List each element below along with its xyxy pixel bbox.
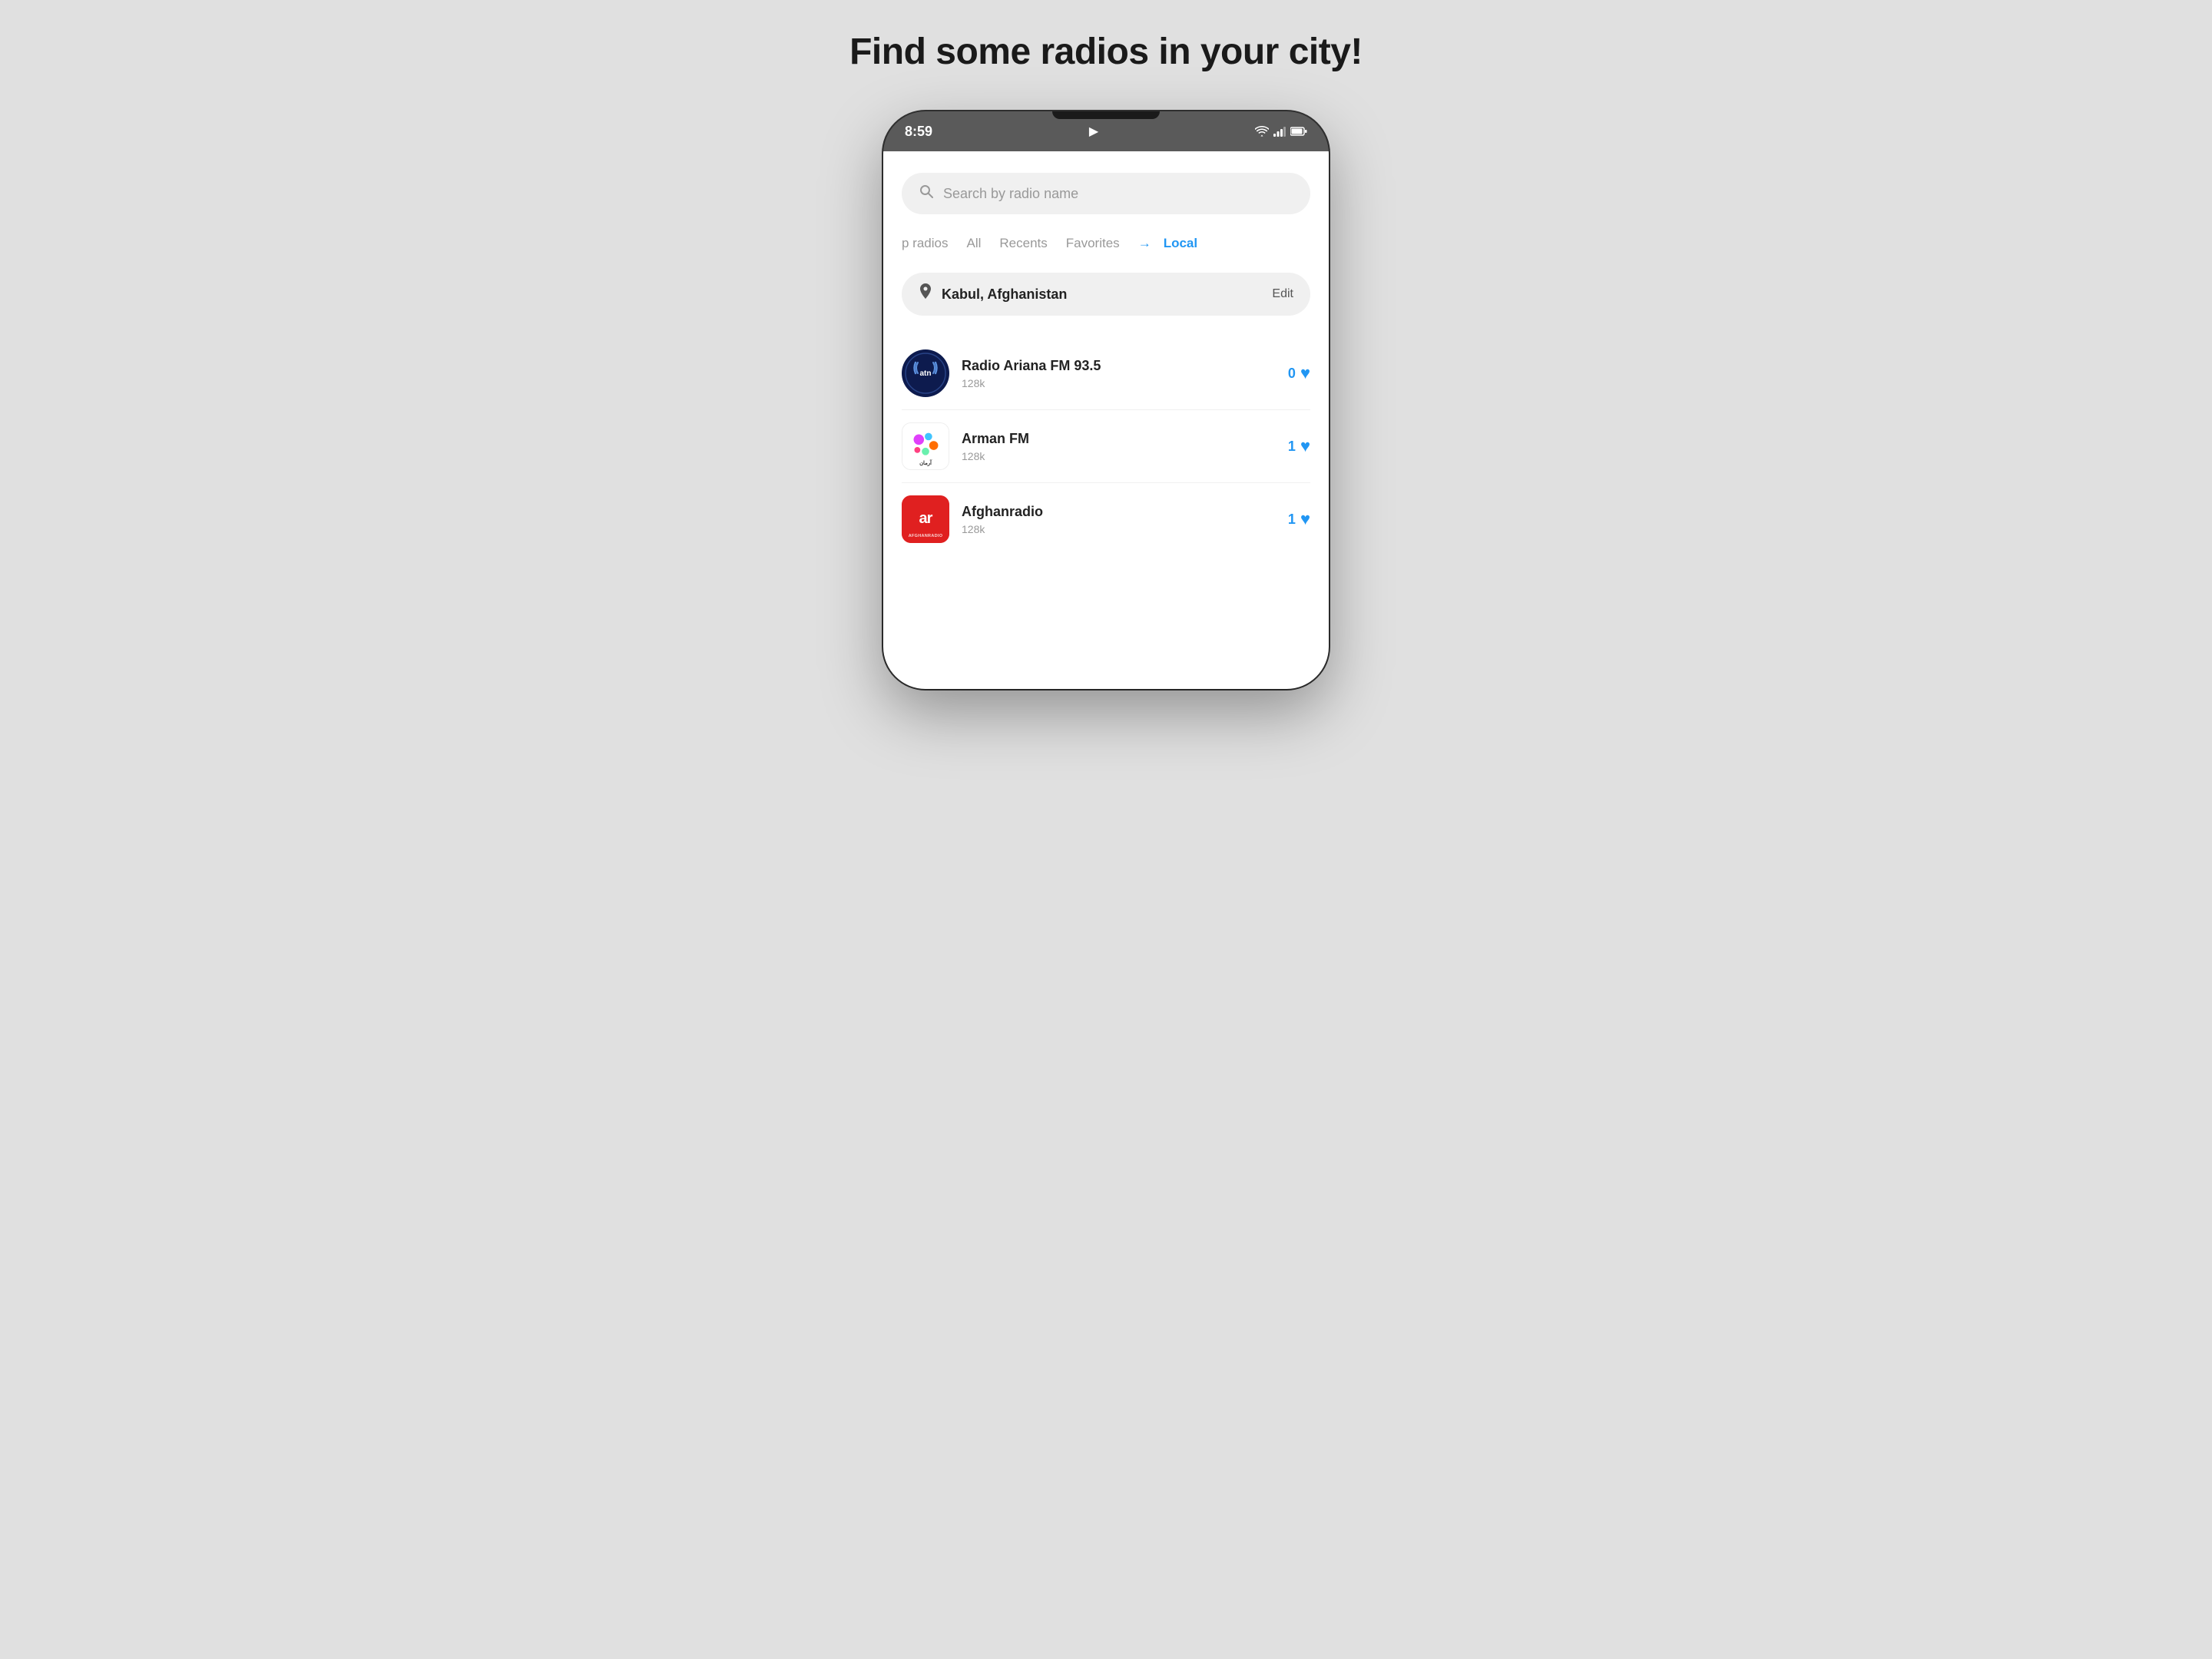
heart-icon: ♥	[1300, 363, 1310, 383]
svg-text:AFGHANRADIO: AFGHANRADIO	[909, 534, 943, 538]
radio-quality: 128k	[962, 377, 1276, 389]
tab-arrow-icon: →	[1138, 236, 1151, 251]
wifi-icon	[1255, 126, 1269, 137]
tab-favorites[interactable]: Favorites	[1066, 231, 1120, 256]
edit-location-button[interactable]: Edit	[1272, 287, 1293, 301]
battery-icon	[1290, 127, 1307, 136]
radio-logo-arman: آرمان	[902, 422, 949, 470]
radio-list: atn Radio Ariana FM 93.5 128k 0 ♥	[902, 337, 1310, 555]
status-center: ▶	[1089, 124, 1098, 139]
radio-likes[interactable]: 1 ♥	[1288, 436, 1310, 456]
radio-item[interactable]: آرمان Arman FM 128k 1 ♥	[902, 410, 1310, 483]
heart-icon: ♥	[1300, 436, 1310, 456]
radio-name: Arman FM	[962, 431, 1276, 447]
radio-item[interactable]: atn Radio Ariana FM 93.5 128k 0 ♥	[902, 337, 1310, 410]
tab-recents[interactable]: Recents	[999, 231, 1047, 256]
svg-text:ar: ar	[919, 510, 933, 527]
tabs: p radios All Recents Favorites → Local	[902, 231, 1310, 256]
signal-icon	[1273, 126, 1286, 137]
status-right	[1255, 126, 1307, 137]
location-bar[interactable]: Kabul, Afghanistan Edit	[902, 273, 1310, 316]
heart-icon: ♥	[1300, 509, 1310, 529]
location-pin-icon	[919, 283, 932, 305]
tab-top-radios[interactable]: p radios	[902, 231, 948, 256]
radio-item[interactable]: ar AFGHANRADIO Afghanradio 128k 1 ♥	[902, 483, 1310, 555]
page-title: Find some radios in your city!	[849, 31, 1363, 73]
radio-quality: 128k	[962, 450, 1276, 462]
likes-count: 1	[1288, 439, 1296, 455]
search-icon	[919, 184, 934, 204]
radio-info: Afghanradio 128k	[962, 504, 1276, 535]
phone-frame: 8:59 ▶	[883, 111, 1329, 689]
radio-logo-atr: atn	[902, 349, 949, 397]
search-bar[interactable]: Search by radio name	[902, 173, 1310, 214]
radio-quality: 128k	[962, 523, 1276, 535]
screen: Search by radio name p radios All Recent…	[883, 151, 1329, 689]
likes-count: 1	[1288, 512, 1296, 528]
svg-text:atn: atn	[920, 369, 932, 378]
likes-count: 0	[1288, 366, 1296, 382]
radio-name: Afghanradio	[962, 504, 1276, 520]
tab-local[interactable]: Local	[1164, 231, 1197, 256]
status-bar: 8:59 ▶	[883, 111, 1329, 151]
tab-all[interactable]: All	[966, 231, 981, 256]
search-placeholder: Search by radio name	[943, 186, 1078, 202]
radio-likes[interactable]: 0 ♥	[1288, 363, 1310, 383]
radio-info: Arman FM 128k	[962, 431, 1276, 462]
location-name: Kabul, Afghanistan	[942, 286, 1263, 303]
radio-logo-afghan: ar AFGHANRADIO	[902, 495, 949, 543]
radio-info: Radio Ariana FM 93.5 128k	[962, 358, 1276, 389]
status-time: 8:59	[905, 124, 932, 140]
radio-name: Radio Ariana FM 93.5	[962, 358, 1276, 374]
play-icon: ▶	[1089, 124, 1098, 139]
radio-likes[interactable]: 1 ♥	[1288, 509, 1310, 529]
notch	[1052, 111, 1160, 119]
